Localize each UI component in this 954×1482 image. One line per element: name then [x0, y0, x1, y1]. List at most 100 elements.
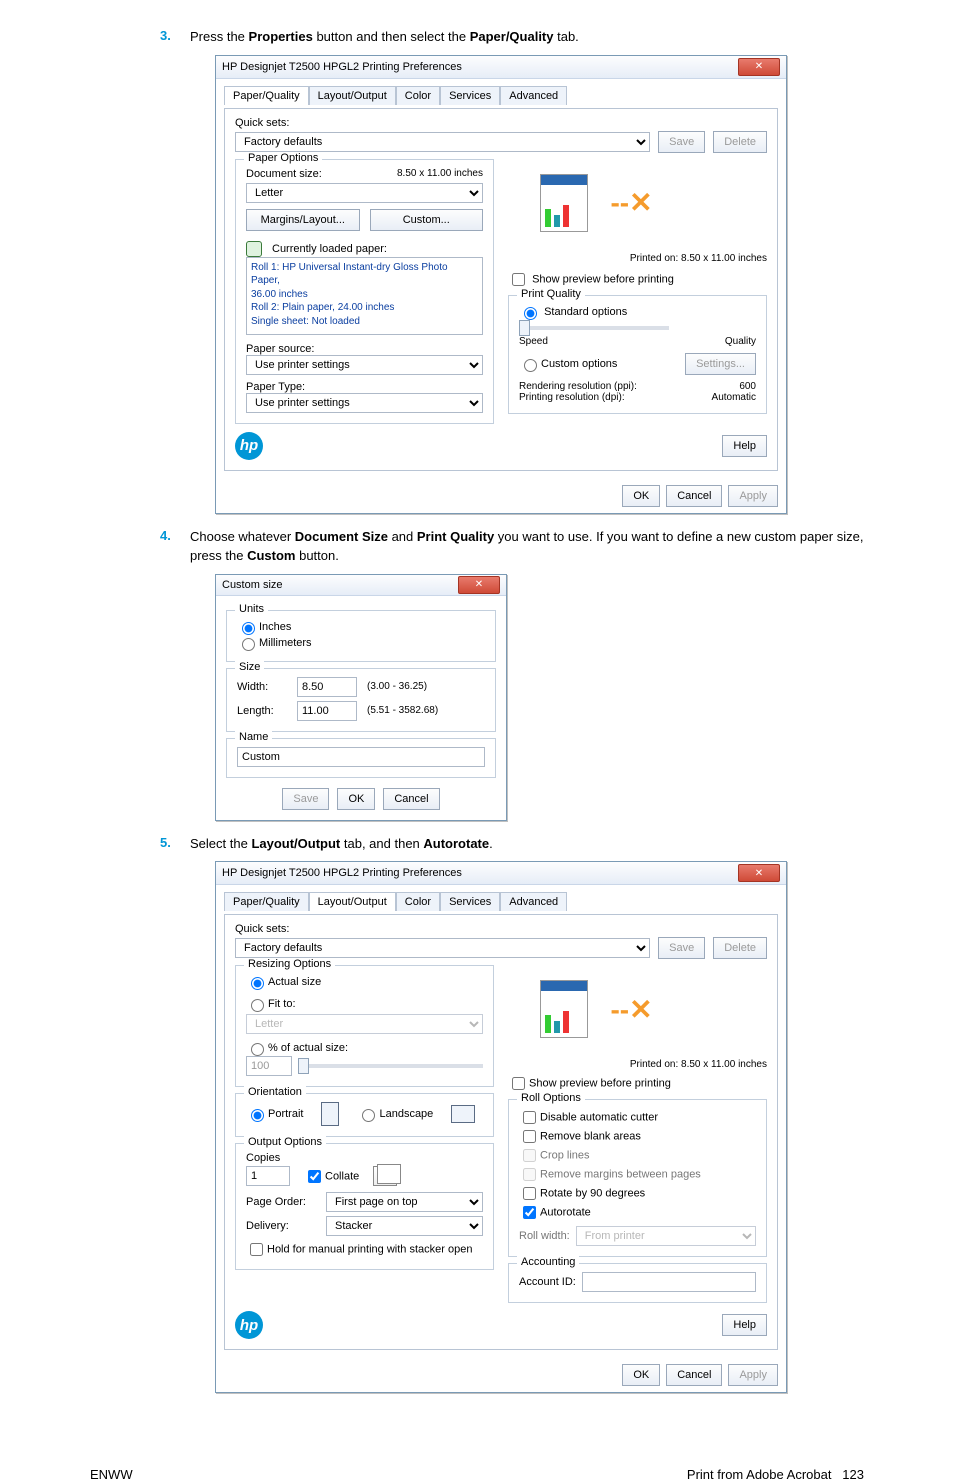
refresh-icon[interactable]: [246, 241, 262, 257]
show-preview-checkbox[interactable]: [512, 273, 525, 286]
close-icon[interactable]: ✕: [458, 576, 500, 594]
quicksets-label: Quick sets:: [235, 117, 767, 129]
show-preview-label: Show preview before printing: [529, 1078, 671, 1090]
landscape-radio[interactable]: [362, 1109, 375, 1122]
doc-size-select[interactable]: Letter: [246, 183, 483, 203]
preview-x-icon: --✕: [610, 993, 652, 1026]
apply-button[interactable]: Apply: [728, 485, 778, 507]
paper-type-select[interactable]: Use printer settings: [246, 393, 483, 413]
delete-button[interactable]: Delete: [713, 937, 767, 959]
page-order-label: Page Order:: [246, 1196, 318, 1208]
preview-x-icon: --✕: [610, 186, 652, 219]
help-button[interactable]: Help: [722, 1314, 767, 1336]
autorotate-checkbox[interactable]: [523, 1206, 536, 1219]
hold-checkbox[interactable]: [250, 1243, 263, 1256]
tab-color[interactable]: Color: [396, 86, 440, 105]
account-id-input[interactable]: [582, 1272, 756, 1292]
rendering-label: Rendering resolution (ppi):: [519, 381, 637, 392]
resizing-title: Resizing Options: [244, 958, 335, 970]
help-button[interactable]: Help: [722, 435, 767, 457]
rotate90-checkbox[interactable]: [523, 1187, 536, 1200]
tab-layout-output[interactable]: Layout/Output: [309, 86, 396, 105]
custom-size-dialog: Custom size ✕ Units Inches Millimeters S…: [215, 574, 507, 821]
size-title: Size: [235, 661, 264, 673]
cancel-button[interactable]: Cancel: [666, 485, 722, 507]
margins-layout-button[interactable]: Margins/Layout...: [246, 209, 360, 231]
loaded-paper-list: Roll 1: HP Universal Instant-dry Gloss P…: [246, 257, 483, 335]
apply-button[interactable]: Apply: [728, 1364, 778, 1386]
remove-blank-checkbox[interactable]: [523, 1130, 536, 1143]
pct-actual-label: % of actual size:: [268, 1042, 348, 1054]
width-input[interactable]: [297, 677, 357, 697]
save-button[interactable]: Save: [658, 131, 705, 153]
croplines-checkbox[interactable]: [523, 1149, 536, 1162]
copies-input[interactable]: [246, 1166, 290, 1186]
delivery-select[interactable]: Stacker: [326, 1216, 483, 1236]
quicksets-select[interactable]: Factory defaults: [235, 938, 650, 958]
step3-text: Press the Properties button and then sel…: [190, 28, 579, 47]
width-label: Width:: [237, 681, 287, 693]
remove-margins-checkbox[interactable]: [523, 1168, 536, 1181]
custom-size-title: Custom size: [222, 579, 283, 591]
pct-input[interactable]: [246, 1056, 292, 1076]
output-title: Output Options: [244, 1136, 326, 1148]
tab-paper-quality[interactable]: Paper/Quality: [224, 86, 309, 105]
inches-radio[interactable]: [242, 622, 255, 635]
roll-width-select[interactable]: From printer: [576, 1226, 756, 1246]
tab-advanced[interactable]: Advanced: [500, 892, 567, 911]
ok-button[interactable]: OK: [337, 788, 375, 810]
fit-to-select[interactable]: Letter: [246, 1014, 483, 1034]
paper-source-label: Paper source:: [246, 343, 483, 355]
custom-options-radio[interactable]: [524, 359, 537, 372]
ok-button[interactable]: OK: [622, 485, 660, 507]
page-order-select[interactable]: First page on top: [326, 1192, 483, 1212]
paper-type-label: Paper Type:: [246, 381, 483, 393]
portrait-icon: [321, 1102, 339, 1126]
quality-slider[interactable]: [519, 326, 669, 330]
quality-label: Quality: [725, 336, 756, 347]
orientation-title: Orientation: [244, 1086, 306, 1098]
tab-color[interactable]: Color: [396, 892, 440, 911]
tab-advanced[interactable]: Advanced: [500, 86, 567, 105]
disable-cutter-checkbox[interactable]: [523, 1111, 536, 1124]
quicksets-select[interactable]: Factory defaults: [235, 132, 650, 152]
units-title: Units: [235, 603, 268, 615]
show-preview-checkbox[interactable]: [512, 1077, 525, 1090]
doc-size-label: Document size:: [246, 168, 322, 180]
ok-button[interactable]: OK: [622, 1364, 660, 1386]
close-icon[interactable]: ✕: [738, 864, 780, 882]
print-quality-title: Print Quality: [517, 288, 585, 300]
pct-slider[interactable]: [298, 1064, 483, 1068]
collate-checkbox[interactable]: [308, 1170, 321, 1183]
cancel-button[interactable]: Cancel: [666, 1364, 722, 1386]
cancel-button[interactable]: Cancel: [383, 788, 439, 810]
custom-button[interactable]: Custom...: [370, 209, 484, 231]
save-button[interactable]: Save: [658, 937, 705, 959]
custom-options-label: Custom options: [541, 358, 617, 370]
copies-label: Copies: [246, 1152, 280, 1164]
pct-actual-radio[interactable]: [251, 1043, 264, 1056]
fit-to-radio[interactable]: [251, 999, 264, 1012]
save-button[interactable]: Save: [282, 788, 329, 810]
step4-number: 4.: [160, 528, 190, 543]
hp-logo-icon: hp: [235, 1311, 263, 1339]
close-icon[interactable]: ✕: [738, 58, 780, 76]
standard-options-radio[interactable]: [524, 307, 537, 320]
paper-source-select[interactable]: Use printer settings: [246, 355, 483, 375]
landscape-label: Landscape: [379, 1108, 433, 1120]
remove-blank-label: Remove blank areas: [540, 1131, 641, 1143]
length-input[interactable]: [297, 701, 357, 721]
tab-paper-quality[interactable]: Paper/Quality: [224, 892, 309, 911]
tab-layout-output[interactable]: Layout/Output: [309, 892, 396, 911]
rendering-value: 600: [739, 381, 756, 392]
actual-size-radio[interactable]: [251, 977, 264, 990]
portrait-radio[interactable]: [251, 1109, 264, 1122]
settings-button[interactable]: Settings...: [685, 353, 756, 375]
name-input[interactable]: [237, 747, 485, 767]
tab-services[interactable]: Services: [440, 86, 500, 105]
disable-cutter-label: Disable automatic cutter: [540, 1112, 658, 1124]
tab-services[interactable]: Services: [440, 892, 500, 911]
delete-button[interactable]: Delete: [713, 131, 767, 153]
mm-radio[interactable]: [242, 638, 255, 651]
printing-prefs-dialog-1: HP Designjet T2500 HPGL2 Printing Prefer…: [215, 55, 787, 514]
